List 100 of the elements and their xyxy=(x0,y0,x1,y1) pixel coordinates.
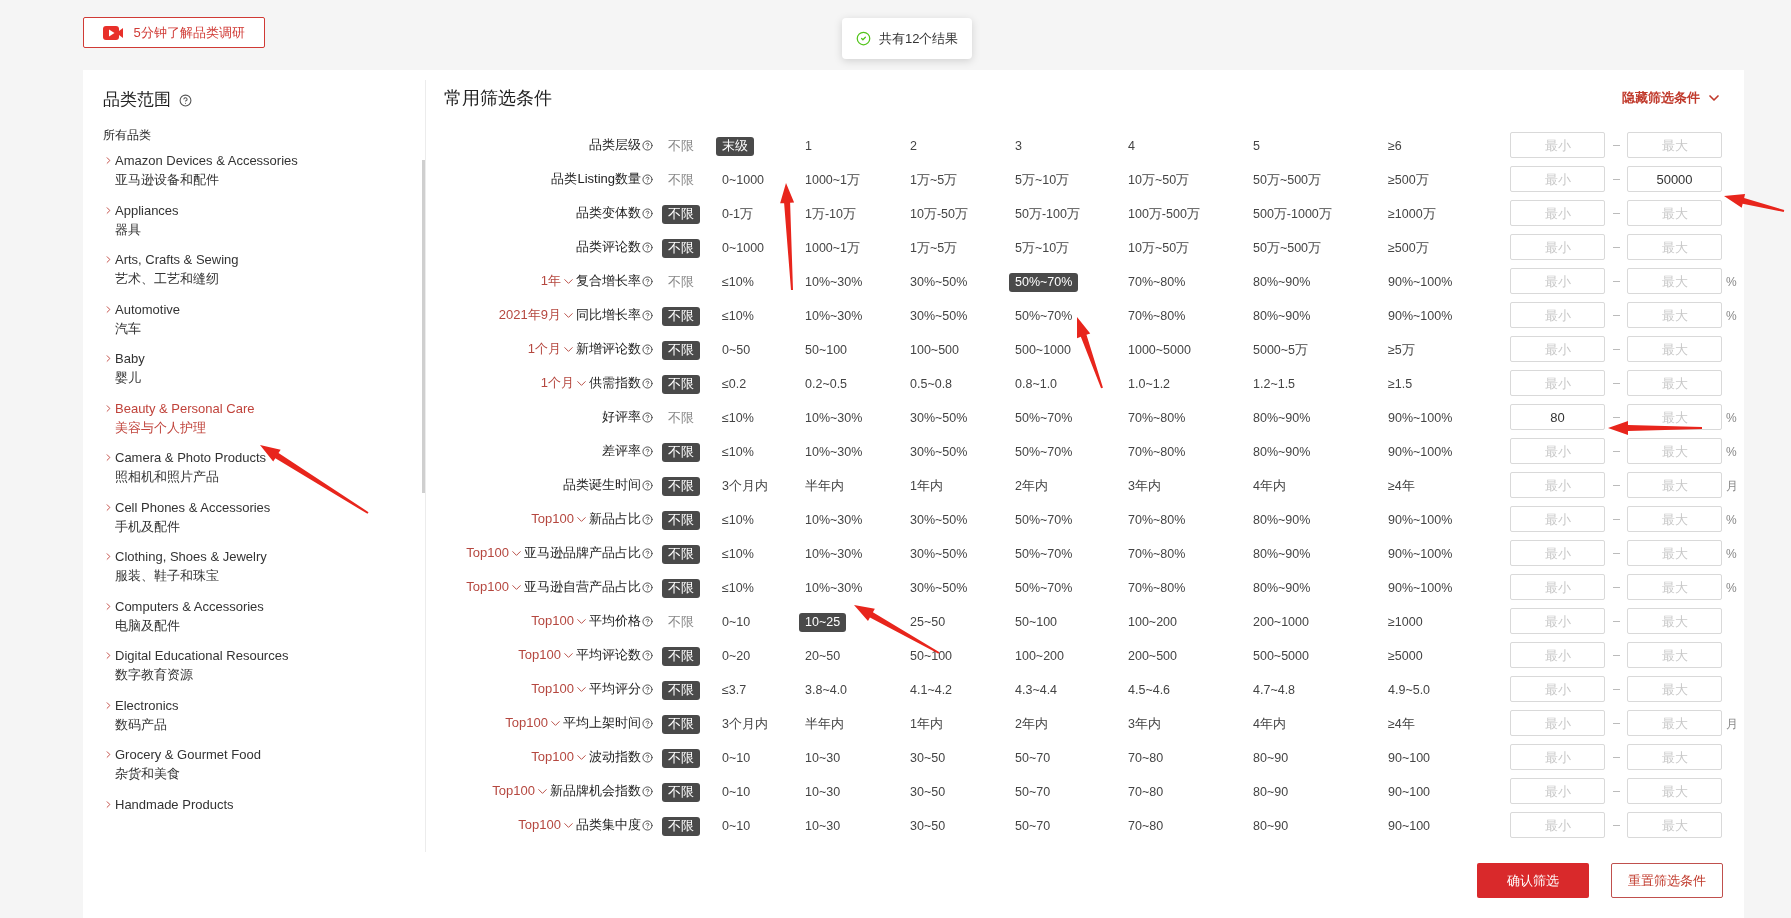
filter-option[interactable]: 500~1000 xyxy=(1009,341,1077,360)
filter-option[interactable]: 不限 xyxy=(662,647,700,666)
filter-option[interactable]: 4.3~4.4 xyxy=(1009,681,1064,700)
filter-option[interactable]: 10%~30% xyxy=(799,545,869,564)
filter-option[interactable]: 30%~50% xyxy=(904,511,974,530)
filter-option[interactable]: ≤10% xyxy=(716,579,760,598)
filter-option[interactable]: 1年内 xyxy=(904,715,949,734)
filter-option[interactable]: 10~25 xyxy=(799,613,847,632)
filter-option[interactable]: ≥1.5 xyxy=(1382,375,1419,394)
filter-option[interactable]: 10%~30% xyxy=(799,273,869,292)
filter-option[interactable]: 80%~90% xyxy=(1247,409,1317,428)
filter-option[interactable]: 4.1~4.2 xyxy=(904,681,959,700)
filter-option[interactable]: 50%~70% xyxy=(1009,307,1079,326)
filter-option[interactable]: 不限 xyxy=(662,749,700,768)
filter-option[interactable]: 30%~50% xyxy=(904,273,974,292)
filter-option[interactable]: 50万~500万 xyxy=(1247,239,1328,258)
filter-option[interactable]: 1.0~1.2 xyxy=(1122,375,1177,394)
filter-option[interactable]: 不限 xyxy=(662,783,700,802)
filter-option[interactable]: 不限 xyxy=(662,273,700,292)
filter-option[interactable]: 70~80 xyxy=(1122,817,1170,836)
category-item[interactable]: Computers & Accessories 电脑及配件 xyxy=(103,593,264,643)
category-item[interactable]: Appliances 器具 xyxy=(103,197,179,247)
category-item[interactable]: Electronics 数码产品 xyxy=(103,692,179,742)
filter-option[interactable]: 100万-500万 xyxy=(1122,205,1206,224)
period-dropdown[interactable]: Top100 xyxy=(531,747,589,767)
filter-option[interactable]: 0~1000 xyxy=(716,171,771,190)
filter-option[interactable]: 90~100 xyxy=(1382,817,1437,836)
filter-option[interactable]: 10%~30% xyxy=(799,443,869,462)
period-dropdown[interactable]: Top100 xyxy=(466,577,524,597)
filter-option[interactable]: 1万~5万 xyxy=(904,171,964,190)
filter-option[interactable]: ≤10% xyxy=(716,409,760,428)
filter-option[interactable]: 70%~80% xyxy=(1122,443,1192,462)
filter-option[interactable]: 50%~70% xyxy=(1009,409,1079,428)
filter-option[interactable]: 70%~80% xyxy=(1122,511,1192,530)
filter-option[interactable]: ≥4年 xyxy=(1382,477,1421,496)
filter-option[interactable]: 1000~5000 xyxy=(1122,341,1197,360)
filter-option[interactable]: 不限 xyxy=(662,443,700,462)
filter-option[interactable]: 不限 xyxy=(662,239,700,258)
filter-option[interactable]: 5万~10万 xyxy=(1009,239,1076,258)
filter-option[interactable]: ≤10% xyxy=(716,511,760,530)
filter-option[interactable]: ≤0.2 xyxy=(716,375,753,394)
filter-option[interactable]: 1万-10万 xyxy=(799,205,863,224)
filter-option[interactable]: 50~100 xyxy=(799,341,854,360)
filter-option[interactable]: 70%~80% xyxy=(1122,579,1192,598)
filter-option[interactable]: 10~30 xyxy=(799,817,847,836)
filter-option[interactable]: 不限 xyxy=(662,137,700,156)
filter-option[interactable]: 5 xyxy=(1247,137,1266,156)
filter-option[interactable]: 50~100 xyxy=(904,647,959,666)
filter-option[interactable]: 半年内 xyxy=(799,715,850,734)
filter-option[interactable]: 500万-1000万 xyxy=(1247,205,1338,224)
filter-option[interactable]: 10%~30% xyxy=(799,579,869,598)
filter-option[interactable]: 10万-50万 xyxy=(904,205,974,224)
filter-option[interactable]: 不限 xyxy=(662,681,700,700)
period-dropdown[interactable]: Top100 xyxy=(518,815,576,835)
filter-option[interactable]: 90%~100% xyxy=(1382,511,1459,530)
filter-option[interactable]: 不限 xyxy=(662,205,700,224)
filter-option[interactable]: 0~1000 xyxy=(716,239,771,258)
filter-option[interactable]: ≤10% xyxy=(716,443,760,462)
filter-option[interactable]: 30%~50% xyxy=(904,579,974,598)
period-dropdown[interactable]: 1年 xyxy=(540,271,576,291)
filter-option[interactable]: 20~50 xyxy=(799,647,847,666)
period-dropdown[interactable]: Top100 xyxy=(531,509,589,529)
filter-option[interactable]: ≥1000 xyxy=(1382,613,1429,632)
filter-option[interactable]: 70%~80% xyxy=(1122,545,1192,564)
filter-option[interactable]: 50~100 xyxy=(1009,613,1064,632)
filter-option[interactable]: 不限 xyxy=(662,613,700,632)
filter-option[interactable]: 1万~5万 xyxy=(904,239,964,258)
filter-option[interactable]: 25~50 xyxy=(904,613,952,632)
filter-option[interactable]: 50万-100万 xyxy=(1009,205,1086,224)
filter-option[interactable]: 3个月内 xyxy=(716,715,774,734)
filter-option[interactable]: 0~10 xyxy=(716,613,757,632)
filter-option[interactable]: 0~50 xyxy=(716,341,757,360)
filter-option[interactable]: ≥4年 xyxy=(1382,715,1421,734)
category-item[interactable]: Grocery & Gourmet Food 杂货和美食 xyxy=(103,742,261,792)
filter-option[interactable]: 不限 xyxy=(662,715,700,734)
filter-option[interactable]: 90%~100% xyxy=(1382,579,1459,598)
filter-option[interactable]: 10~30 xyxy=(799,749,847,768)
filter-option[interactable]: ≤3.7 xyxy=(716,681,753,700)
filter-option[interactable]: 不限 xyxy=(662,579,700,598)
filter-option[interactable]: 2年内 xyxy=(1009,477,1054,496)
filter-option[interactable]: 90%~100% xyxy=(1382,307,1459,326)
filter-option[interactable]: 90%~100% xyxy=(1382,545,1459,564)
filter-option[interactable]: 50~70 xyxy=(1009,783,1057,802)
filter-option[interactable]: 30%~50% xyxy=(904,545,974,564)
filter-option[interactable]: 4.5~4.6 xyxy=(1122,681,1177,700)
filter-option[interactable]: 4.9~5.0 xyxy=(1382,681,1437,700)
filter-option[interactable]: 50~70 xyxy=(1009,817,1057,836)
tutorial-video-button[interactable]: 5分钟了解品类调研 xyxy=(83,17,265,48)
filter-option[interactable]: 不限 xyxy=(662,545,700,564)
filter-option[interactable]: 80%~90% xyxy=(1247,511,1317,530)
category-item[interactable]: Handmade Products xyxy=(103,791,234,841)
filter-option[interactable]: 10%~30% xyxy=(799,511,869,530)
filter-option[interactable]: 70%~80% xyxy=(1122,409,1192,428)
filter-option[interactable]: 1000~1万 xyxy=(799,171,867,190)
filter-option[interactable]: 70%~80% xyxy=(1122,307,1192,326)
filter-option[interactable]: 4.7~4.8 xyxy=(1247,681,1302,700)
filter-option[interactable]: 50%~70% xyxy=(1009,545,1079,564)
filter-option[interactable]: ≥5000 xyxy=(1382,647,1429,666)
filter-option[interactable]: 80%~90% xyxy=(1247,579,1317,598)
category-item[interactable]: Arts, Crafts & Sewing 艺术、工艺和缝纫 xyxy=(103,247,239,297)
